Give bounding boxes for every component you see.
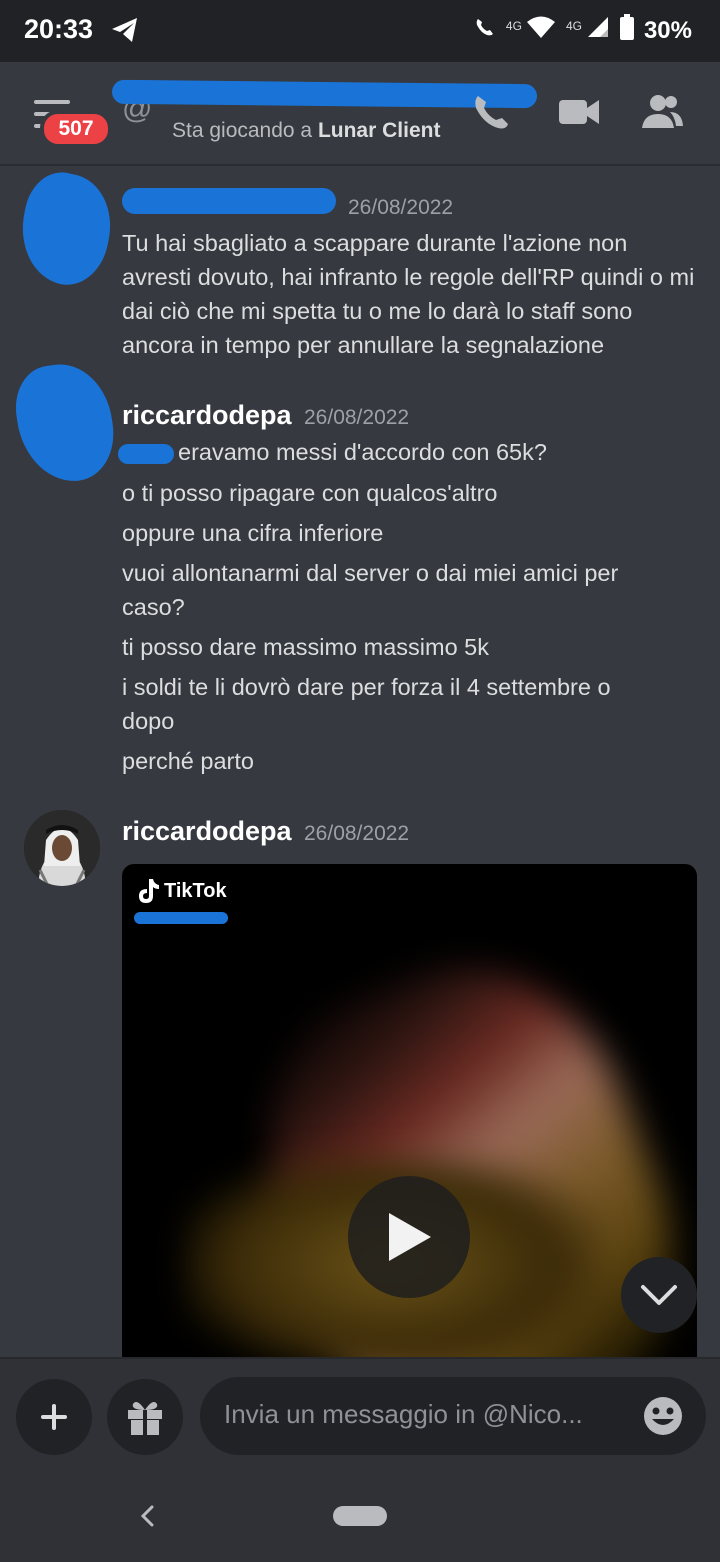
- status-time: 20:33: [24, 14, 94, 44]
- activity-status: Sta giocando a Lunar Client: [172, 119, 440, 143]
- back-icon[interactable]: [138, 1501, 158, 1536]
- home-pill[interactable]: [333, 1506, 387, 1526]
- system-nav-bar: [0, 1479, 720, 1559]
- activity-game: Lunar Client: [317, 119, 441, 142]
- message-text: Tu hai sbagliato a scappare durante l'az…: [122, 230, 695, 358]
- message-text: perché parto: [122, 748, 254, 774]
- tiktok-brand: TikTok: [164, 879, 227, 902]
- add-attachment-button[interactable]: [16, 1379, 92, 1455]
- unread-badge: 507: [40, 110, 112, 148]
- message-author[interactable]: riccardodepa: [122, 816, 292, 847]
- tiktok-icon: [139, 879, 159, 903]
- network-type-left: 4G: [505, 18, 522, 33]
- redacted-avatar: [11, 166, 121, 292]
- wifi-icon: [526, 15, 556, 46]
- jump-to-bottom-button[interactable]: [621, 1257, 697, 1333]
- network-type-right: 4G: [565, 18, 582, 33]
- message-text: i soldi te li dovrò dare per forza il 4 …: [122, 674, 611, 734]
- video-camera-icon[interactable]: [557, 90, 601, 139]
- redacted-tiktok-user: [134, 912, 228, 924]
- message-text: vuoi allontanarmi dal server o dai miei …: [122, 560, 619, 620]
- message-input-placeholder: Invia un messaggio in @Nico...: [224, 1399, 583, 1429]
- message[interactable]: riccardodepa 26/08/2022 eravamo messi d'…: [0, 358, 720, 790]
- gift-icon: [128, 1402, 162, 1435]
- status-bar: 20:33 4G 4G 30%: [0, 0, 720, 62]
- message-timestamp: 26/08/2022: [348, 196, 454, 219]
- message-text: oppure una cifra inferiore: [122, 520, 384, 546]
- battery-icon: [619, 14, 634, 47]
- message-timestamp: 26/08/2022: [304, 406, 410, 429]
- avatar[interactable]: [24, 810, 100, 886]
- redacted-avatar: [10, 358, 120, 488]
- activity-prefix: Sta giocando a: [172, 119, 313, 142]
- phone-call-icon[interactable]: [470, 90, 514, 139]
- battery-percent: 30%: [643, 16, 692, 44]
- composer: Invia un messaggio in @Nico...: [0, 1357, 720, 1562]
- message-text: ti posso dare massimo massimo 5k: [122, 634, 489, 660]
- channel-header: 507 @ Sta giocando a Lunar Client: [0, 62, 720, 166]
- members-icon[interactable]: [640, 90, 684, 139]
- redacted-mention: [118, 444, 174, 464]
- plus-icon: [41, 1404, 67, 1430]
- telegram-icon: [110, 16, 140, 49]
- emoji-icon[interactable]: [642, 1395, 684, 1442]
- message-input[interactable]: Invia un messaggio in @Nico...: [200, 1377, 706, 1455]
- play-button[interactable]: [348, 1176, 470, 1298]
- chevron-down-icon: [641, 1285, 677, 1305]
- message-timestamp: 26/08/2022: [304, 822, 410, 845]
- gift-button[interactable]: [107, 1379, 183, 1455]
- message-author[interactable]: riccardodepa: [122, 400, 292, 431]
- message-text: o ti posso ripagare con qualcos'altro: [122, 480, 498, 506]
- video-embed[interactable]: TikTok: [122, 864, 697, 1358]
- signal-icon: [586, 15, 610, 46]
- message[interactable]: 26/08/2022 Tu hai sbagliato a scappare d…: [0, 164, 720, 360]
- play-icon: [389, 1213, 431, 1261]
- redacted-author: [122, 188, 336, 214]
- wifi-calling-icon: [474, 16, 496, 45]
- tiktok-logo: TikTok: [136, 878, 227, 904]
- message-text: eravamo messi d'accordo con 65k?: [178, 439, 547, 465]
